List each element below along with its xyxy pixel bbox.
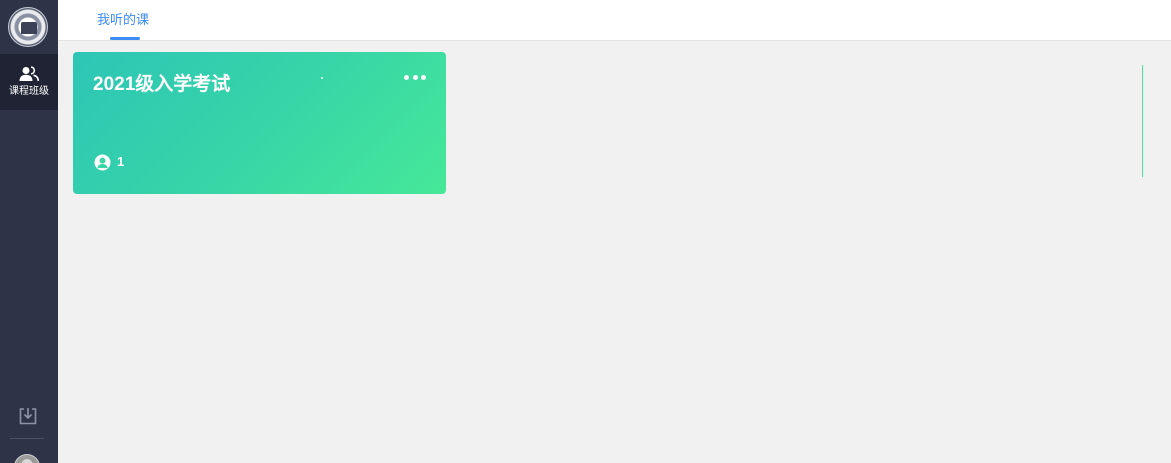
app-root: 课程班级 我听的课 2021级入学考试 1 — [0, 0, 1171, 463]
active-tab-indicator — [110, 37, 140, 40]
avatar[interactable] — [14, 454, 40, 463]
person-circle-icon — [94, 154, 111, 170]
sidebar-divider — [10, 438, 44, 439]
logo-building — [21, 22, 37, 34]
card-dot — [321, 77, 323, 79]
more-dot — [412, 74, 418, 80]
users-icon — [19, 66, 39, 82]
course-member-count: 1 — [94, 153, 124, 171]
sidebar: 课程班级 — [0, 0, 58, 463]
more-icon[interactable] — [401, 68, 429, 86]
course-title: 2021级入学考试 — [93, 74, 231, 95]
sidebar-item-label: 课程班级 — [9, 86, 49, 97]
accent-divider — [1142, 65, 1143, 177]
more-dot — [421, 74, 426, 80]
more-dot — [404, 74, 409, 80]
course-card[interactable]: 2021级入学考试 1 — [73, 52, 446, 194]
top-bar: 我听的课 — [58, 0, 1171, 41]
university-seal-icon[interactable] — [8, 7, 48, 47]
download-icon[interactable] — [18, 406, 38, 426]
sidebar-item-course-classes[interactable]: 课程班级 — [0, 54, 58, 110]
member-count: 1 — [117, 154, 125, 169]
